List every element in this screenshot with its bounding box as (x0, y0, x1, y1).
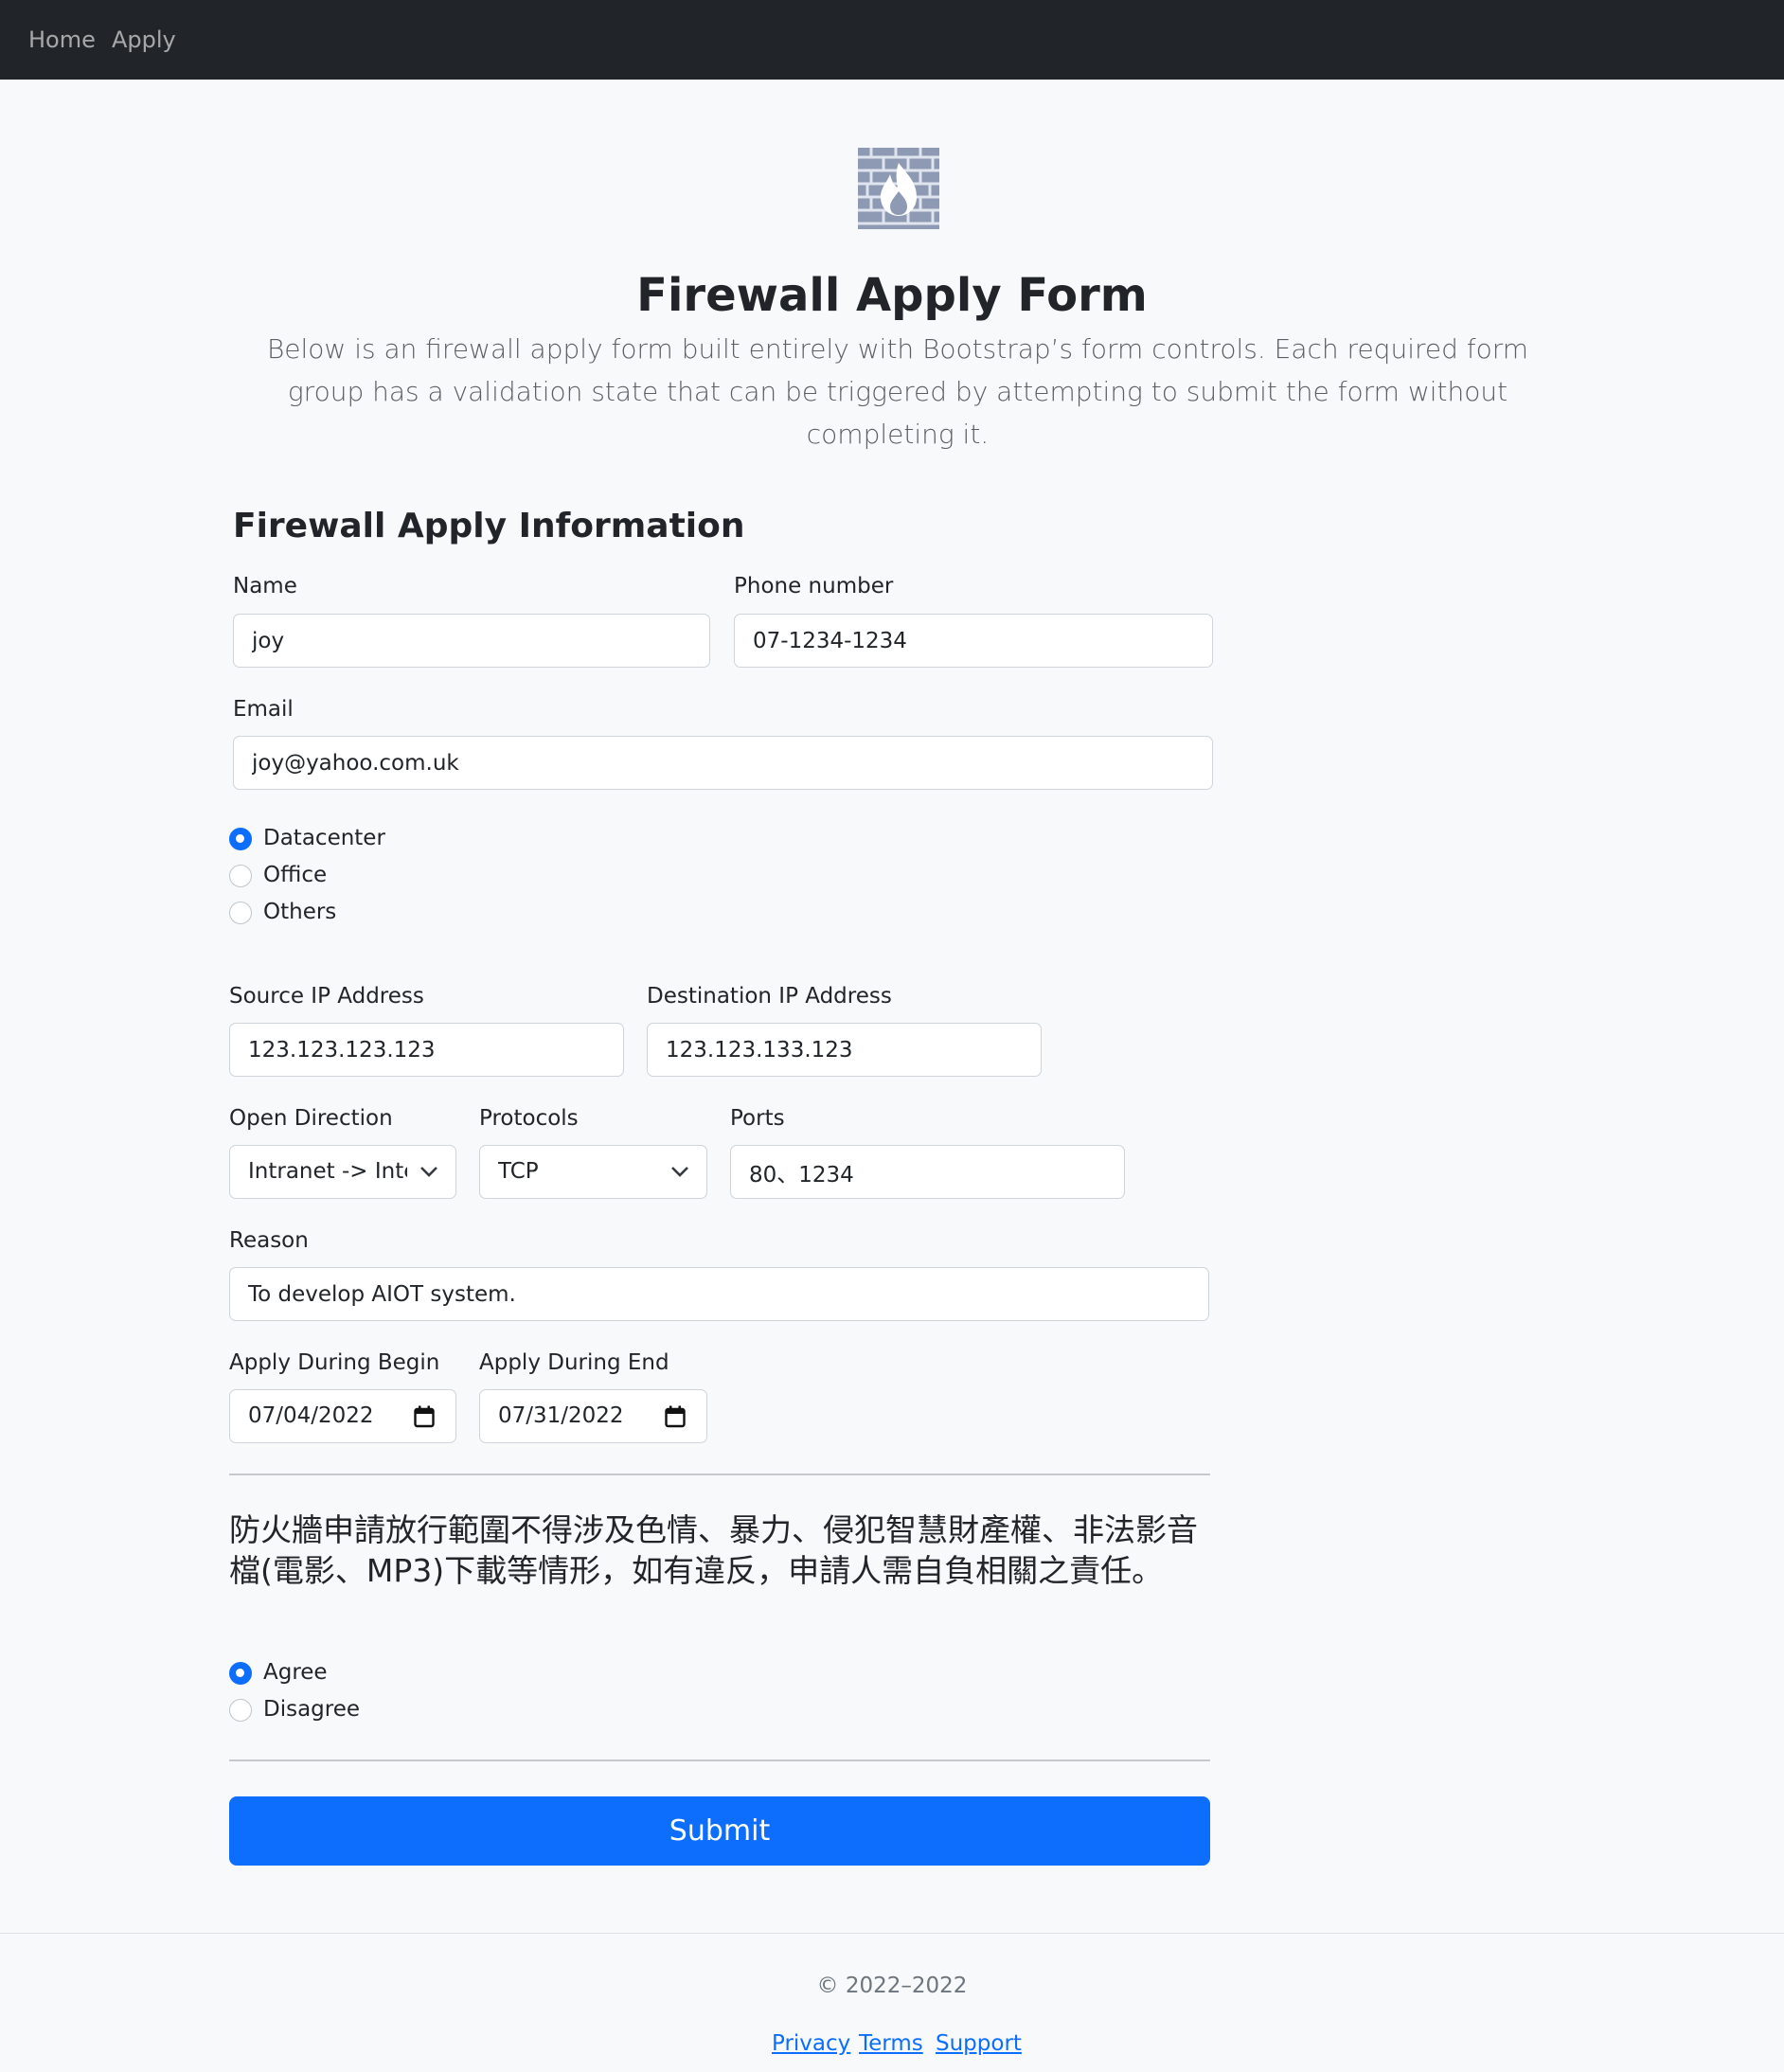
email-label: Email (233, 697, 294, 722)
source-ip-input[interactable] (229, 1023, 624, 1077)
page-lead-text: Below is an firewall apply form built en… (266, 333, 1529, 450)
radio-datacenter-indicator[interactable] (229, 828, 252, 850)
dest-ip-input[interactable] (647, 1023, 1042, 1077)
radio-others-label: Others (263, 900, 337, 924)
reason-label: Reason (229, 1228, 309, 1253)
protocols-label: Protocols (479, 1106, 579, 1131)
firewall-icon (858, 148, 939, 229)
nav-apply-link[interactable]: Apply (112, 27, 176, 53)
top-navbar: Home Apply (0, 0, 1784, 80)
policy-notice: 防火牆申請放行範圍不得涉及色情、暴力、侵犯智慧財產權、非法影音檔(電影、MP3)… (229, 1511, 1198, 1589)
footer-terms-link[interactable]: Terms (859, 2029, 923, 2058)
submit-button[interactable]: Submit (229, 1796, 1210, 1866)
calendar-icon[interactable] (414, 1405, 435, 1428)
footer-privacy-link[interactable]: Privacy (772, 2029, 850, 2058)
end-date-input[interactable]: 07/31/2022 (479, 1389, 707, 1443)
radio-agree-label: Agree (263, 1660, 328, 1685)
divider (229, 1474, 1210, 1475)
begin-date-input[interactable]: 07/04/2022 (229, 1389, 456, 1443)
dest-ip-label: Destination IP Address (647, 984, 892, 1009)
direction-value: Intranet -> Internet (248, 1159, 407, 1184)
reason-input[interactable] (229, 1267, 1209, 1321)
chevron-down-icon (671, 1167, 688, 1177)
name-label: Name (233, 574, 297, 598)
begin-date-value: 07/04/2022 (248, 1403, 374, 1428)
protocols-value: TCP (498, 1159, 539, 1184)
footer-support-link[interactable]: Support (936, 2029, 1022, 2058)
phone-label: Phone number (734, 574, 894, 598)
page-title: Firewall Apply Form (636, 269, 1148, 322)
email-input[interactable] (233, 736, 1213, 790)
calendar-icon[interactable] (665, 1405, 686, 1428)
name-input[interactable] (233, 614, 710, 668)
chevron-down-icon (420, 1167, 437, 1177)
radio-others-indicator[interactable] (229, 902, 252, 924)
footer-copyright: © 2022–2022 (816, 1974, 968, 1998)
direction-select[interactable]: Intranet -> Internet (229, 1145, 456, 1199)
radio-office-label: Office (263, 863, 328, 887)
end-date-value: 07/31/2022 (498, 1403, 624, 1428)
ports-input[interactable] (730, 1145, 1125, 1199)
radio-disagree-label: Disagree (263, 1697, 361, 1722)
protocols-select[interactable]: TCP (479, 1145, 707, 1199)
source-ip-label: Source IP Address (229, 984, 424, 1009)
footer-divider (0, 1933, 1784, 1934)
begin-date-label: Apply During Begin (229, 1350, 440, 1375)
divider (229, 1759, 1210, 1761)
radio-disagree-indicator[interactable] (229, 1699, 252, 1722)
radio-datacenter-label: Datacenter (263, 826, 385, 850)
radio-office-indicator[interactable] (229, 865, 252, 887)
nav-home-link[interactable]: Home (28, 27, 96, 53)
end-date-label: Apply During End (479, 1350, 669, 1375)
phone-input[interactable] (734, 614, 1213, 668)
ports-label: Ports (730, 1106, 785, 1131)
radio-agree-indicator[interactable] (229, 1662, 252, 1685)
direction-label: Open Direction (229, 1106, 393, 1131)
section-title: Firewall Apply Information (233, 507, 745, 545)
